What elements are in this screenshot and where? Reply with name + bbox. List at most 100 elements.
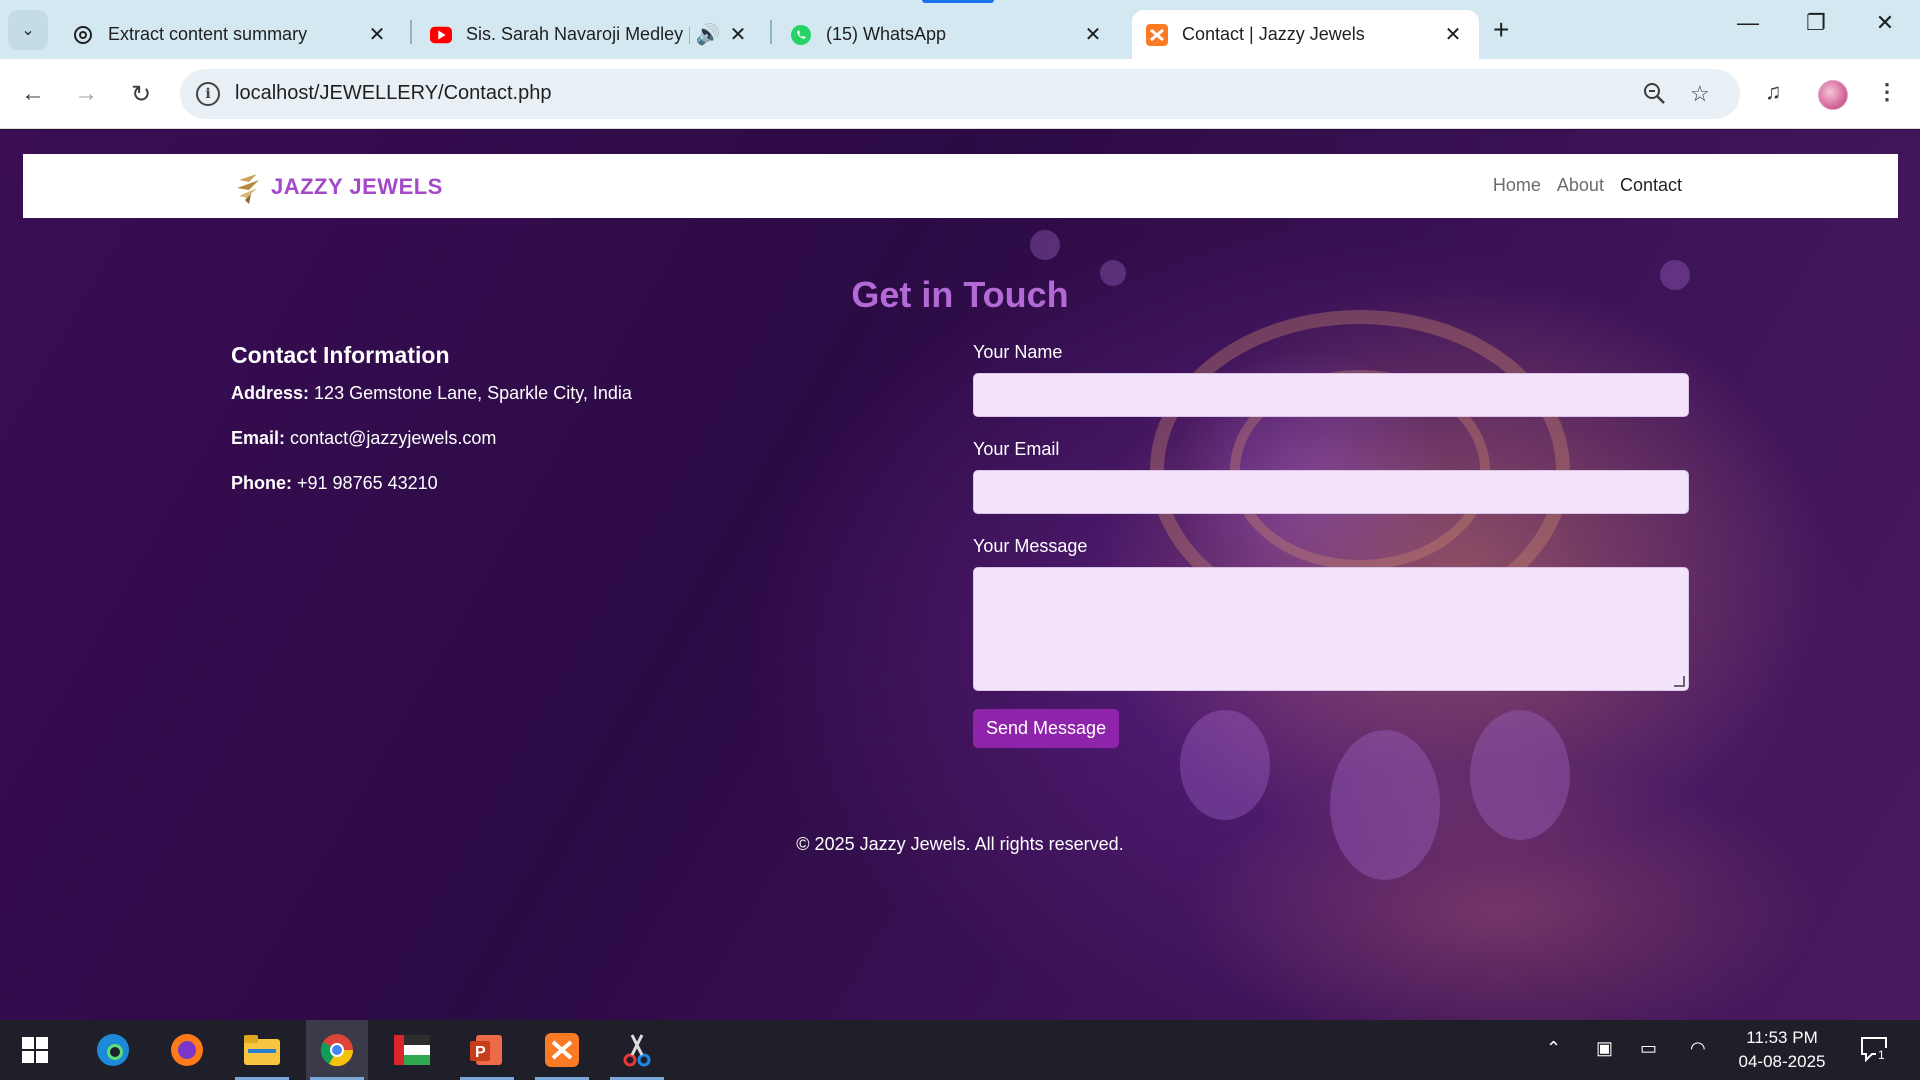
brand-name: JAZZY JEWELS [271,174,443,199]
address-bar[interactable]: i localhost/JEWELLERY/Contact.php ☆ [180,69,1740,119]
message-textarea[interactable] [973,567,1689,691]
close-icon[interactable]: ✕ [365,22,389,47]
reload-icon: ↻ [130,80,152,108]
tab-search-button[interactable]: ⌄ [8,10,48,50]
forward-button[interactable]: → [67,75,105,113]
bead-decoration [1030,230,1060,260]
arrow-right-icon: → [74,80,98,107]
tab-title: (15) WhatsApp [826,24,947,44]
edge-app[interactable] [82,1020,144,1080]
site-info-icon[interactable]: i [196,82,220,106]
snipping-tool-app[interactable] [606,1020,668,1080]
address-value: 123 Gemstone Lane, Sparkle City, India [314,383,632,403]
wifi-icon[interactable]: ◠ [1690,1038,1706,1059]
menu-kebab-icon[interactable]: ⋮ [1876,79,1898,105]
email-line: Email: contact@jazzyjewels.com [231,428,632,449]
scissors-icon [623,1034,651,1067]
contact-information: Contact Information Address: 123 Gemston… [231,342,632,518]
arrow-left-icon: ← [21,80,45,107]
tab-contact-jazzy-jewels[interactable]: Contact | Jazzy Jewels ✕ [1132,10,1479,59]
address-label: Address: [231,383,310,403]
close-icon[interactable]: ✕ [726,22,750,47]
email-input[interactable] [973,470,1689,514]
windows-taskbar: P ⌃ ▣ ▭ ◠ 11:53 PM 04-08-2025 1 [0,1020,1920,1080]
xampp-icon [545,1033,579,1067]
browser-tab-strip: ⌄ Extract content summary ✕ Sis. Sarah N… [0,0,1920,59]
site-navbar: JAZZY JEWELS Home About Contact [23,154,1898,218]
profile-avatar[interactable] [1818,80,1848,110]
system-clock[interactable]: 11:53 PM 04-08-2025 [1722,1026,1842,1074]
clock-date: 04-08-2025 [1738,1052,1826,1071]
close-icon: ✕ [1875,10,1895,35]
email-label: Email: [231,428,286,448]
restore-button[interactable]: ❐ [1786,10,1846,36]
battery-icon[interactable]: ▭ [1640,1038,1657,1059]
powerpoint-app[interactable]: P [456,1020,518,1080]
tab-whatsapp[interactable]: (15) WhatsApp ✕ [776,10,1119,59]
address-line: Address: 123 Gemstone Lane, Sparkle City… [231,383,632,404]
file-explorer-app[interactable] [231,1020,293,1080]
folder-icon [244,1035,280,1065]
meet-now-icon[interactable]: ▣ [1596,1038,1613,1059]
back-button[interactable]: ← [14,75,52,113]
xampp-app[interactable] [531,1020,593,1080]
name-label: Your Name [973,342,1063,362]
media-control-icon[interactable]: ♫ [1765,79,1782,105]
youtube-icon [430,24,452,46]
phone-value: +91 98765 43210 [297,473,438,493]
clock-time: 11:53 PM [1746,1028,1818,1047]
chevron-down-icon: ⌄ [21,22,35,39]
close-icon[interactable]: ✕ [1441,22,1465,47]
show-hidden-icons[interactable]: ⌃ [1546,1038,1561,1059]
nav-about[interactable]: About [1557,175,1604,196]
flag-app[interactable] [381,1020,443,1080]
chrome-icon [320,1034,354,1067]
edge-icon [97,1034,129,1066]
tab-extract-summary[interactable]: Extract content summary ✕ [58,10,403,59]
firefox-app[interactable] [156,1020,218,1080]
minimize-button[interactable]: — [1718,10,1778,36]
windows-icon [22,1037,48,1063]
tab-title: Contact | Jazzy Jewels [1182,24,1365,44]
close-window-button[interactable]: ✕ [1855,10,1915,36]
url-text[interactable]: localhost/JEWELLERY/Contact.php [235,82,551,105]
bookmark-star-icon[interactable]: ☆ [1690,81,1710,107]
phone-line: Phone: +91 98765 43210 [231,473,632,494]
brand[interactable]: JAZZY JEWELS [235,170,443,204]
chrome-app[interactable] [306,1020,368,1080]
nav-home[interactable]: Home [1493,175,1541,196]
tab-separator [410,20,412,44]
notification-count: 1 [1876,1048,1887,1062]
reload-button[interactable]: ↻ [122,75,160,113]
email-value: contact@jazzyjewels.com [290,428,497,448]
name-input[interactable] [973,373,1689,417]
audio-indicator [922,0,994,3]
powerpoint-icon: P [470,1035,502,1065]
whatsapp-icon [790,24,812,46]
svg-text:P: P [475,1044,486,1061]
contact-info-title: Contact Information [231,342,450,368]
close-icon[interactable]: ✕ [1081,22,1105,47]
zoom-icon[interactable] [1642,81,1666,111]
tab-title: Sis. Sarah Navaroji Medley | [466,24,690,44]
gem-decoration [1330,730,1440,880]
browser-toolbar: ← → ↻ i localhost/JEWELLERY/Contact.php … [0,59,1920,129]
tab-separator [770,20,772,44]
start-button[interactable] [4,1020,66,1080]
restore-icon: ❐ [1806,10,1826,35]
nav-contact[interactable]: Contact [1620,175,1682,196]
openai-icon [72,24,94,46]
notification-center-icon[interactable]: 1 [1860,1036,1888,1067]
xampp-icon [1146,23,1168,46]
firefox-icon [171,1034,203,1066]
message-label: Your Message [973,536,1088,556]
send-message-button[interactable]: Send Message [973,709,1120,748]
new-tab-button[interactable]: + [1493,14,1509,46]
nav-links: Home About Contact [1493,175,1682,196]
tab-youtube[interactable]: Sis. Sarah Navaroji Medley | 🔊 ✕ [416,10,764,59]
contact-form: Your Name Your Email Your Message Send M… [973,342,1689,748]
footer-copyright: © 2025 Jazzy Jewels. All rights reserved… [796,834,1124,854]
plus-icon: + [1493,14,1510,45]
speaker-icon[interactable]: 🔊 [690,22,726,47]
email-field-label: Your Email [973,439,1060,459]
